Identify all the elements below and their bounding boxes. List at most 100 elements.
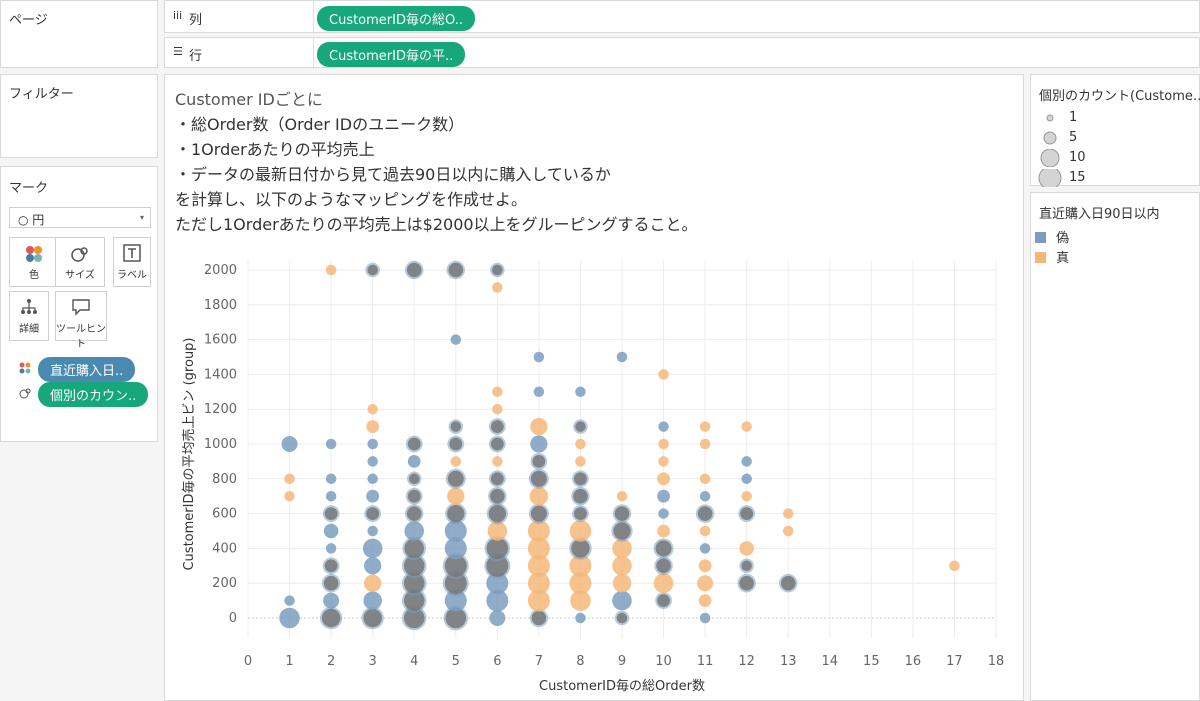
data-point — [366, 420, 380, 433]
data-point — [492, 282, 503, 293]
data-point — [447, 504, 465, 523]
description: Customer IDごとに ・総Order数（Order IDのユニーク数） … — [175, 87, 698, 237]
data-point — [325, 264, 337, 276]
x-tick-label: 7 — [535, 654, 543, 669]
data-point — [488, 504, 506, 523]
size-button[interactable]: サイズ — [55, 237, 105, 287]
x-axis-label: CustomerID毎の総Order数 — [539, 678, 705, 694]
y-tick-label: 600 — [212, 507, 237, 522]
data-point — [447, 487, 465, 505]
data-point — [367, 473, 378, 485]
size-legend-item: 10 — [1037, 149, 1187, 167]
filters-panel[interactable]: フィルター — [0, 74, 158, 158]
size-legend-swatch — [1043, 131, 1057, 145]
data-point — [530, 505, 547, 522]
marks-panel: マーク ○ 円 ▾ 色 サイズ ラベル 詳細 ツールヒント 直近購入日.. 個別… — [0, 166, 158, 442]
data-point — [492, 403, 503, 415]
color-legend-title: 直近購入日90日以内 — [1039, 207, 1160, 222]
data-point — [658, 508, 669, 519]
data-point — [571, 539, 590, 558]
data-point — [533, 351, 545, 363]
mark-type-value: ○ 円 — [18, 213, 45, 227]
data-point — [408, 473, 420, 485]
data-point — [657, 594, 670, 607]
size-icon — [19, 387, 31, 402]
y-tick-label: 1600 — [204, 333, 237, 348]
data-point — [366, 507, 380, 520]
data-point — [656, 558, 671, 574]
data-point — [741, 490, 752, 502]
data-point — [698, 594, 712, 607]
color-legend: 直近購入日90日以内 偽 真 — [1030, 192, 1200, 701]
tooltip-icon — [56, 292, 106, 320]
y-tick-label: 1800 — [204, 298, 237, 313]
data-point — [612, 590, 632, 611]
tooltip-button[interactable]: ツールヒント — [55, 291, 107, 350]
y-tick-label: 800 — [212, 472, 237, 487]
data-point — [658, 438, 669, 450]
y-axis-ticks: 0 200 400 600 800 1000 1200 1400 1600 1800 2000 — [204, 263, 237, 626]
rows-pill[interactable]: CustomerID毎の平.. — [317, 42, 466, 67]
data-point — [616, 490, 628, 502]
data-point — [364, 557, 382, 575]
label-button-label: ラベル — [117, 270, 147, 281]
x-tick-label: 6 — [493, 654, 501, 669]
data-point — [367, 264, 378, 276]
detail-button[interactable]: 詳細 — [9, 291, 49, 341]
data-point — [575, 612, 586, 624]
legend-label: 真 — [1056, 251, 1070, 266]
data-point — [699, 421, 711, 432]
y-tick-label: 0 — [229, 611, 237, 626]
data-point — [407, 455, 421, 468]
y-tick-label: 400 — [212, 541, 237, 556]
label-button[interactable]: ラベル — [113, 237, 151, 287]
rows-label: 行 — [189, 49, 203, 64]
legend-item-false[interactable]: 偽 — [1035, 227, 1069, 246]
y-tick-label: 1000 — [204, 437, 237, 452]
data-point — [367, 456, 378, 467]
size-legend-label: 1 — [1069, 110, 1078, 125]
rows-shelf[interactable]: ☰ 行 CustomerID毎の平.. — [164, 37, 1200, 69]
data-point — [575, 421, 586, 432]
color-button[interactable]: 色 — [9, 237, 59, 287]
data-point — [569, 520, 592, 542]
data-point — [284, 473, 295, 485]
data-point — [612, 573, 632, 593]
mark-type-select[interactable]: ○ 円 ▾ — [9, 207, 151, 228]
data-point — [367, 525, 378, 537]
data-point — [698, 559, 712, 573]
data-point — [404, 538, 424, 559]
size-legend-item: 15 — [1037, 169, 1187, 187]
filters-title: フィルター — [9, 87, 74, 102]
size-legend-label: 5 — [1069, 130, 1078, 145]
data-point — [575, 438, 586, 450]
data-point — [782, 525, 794, 537]
data-point — [367, 403, 378, 415]
shelf-divider — [313, 1, 314, 34]
columns-shelf[interactable]: iii 列 CustomerID毎の総O.. — [164, 0, 1200, 34]
data-point — [699, 612, 711, 624]
x-tick-label: 9 — [618, 654, 626, 669]
data-point — [321, 608, 341, 628]
data-point — [657, 472, 670, 486]
data-point — [741, 473, 752, 485]
data-point — [699, 473, 711, 485]
legend-item-true[interactable]: 真 — [1035, 247, 1069, 266]
size-legend-circle — [1038, 169, 1062, 187]
data-point — [658, 421, 669, 432]
size-pill[interactable]: 個別のカウン.. — [38, 382, 149, 407]
scatter-chart[interactable]: 0 200 400 600 800 1000 1200 1400 1600 1800 2000 0 1… — [165, 241, 1025, 701]
data-point — [492, 264, 503, 276]
data-point — [782, 508, 794, 519]
data-point — [490, 472, 504, 486]
color-pill[interactable]: 直近購入日.. — [38, 357, 136, 382]
detail-icon — [10, 292, 48, 320]
x-tick-label: 11 — [697, 654, 714, 669]
data-point — [616, 612, 628, 624]
data-point — [284, 595, 295, 606]
description-line: ・データの最新日付から見て過去90日以内に購入しているか — [175, 165, 611, 184]
y-tick-label: 2000 — [204, 263, 237, 278]
columns-pill[interactable]: CustomerID毎の総O.. — [317, 6, 475, 31]
size-legend-swatch — [1038, 169, 1062, 187]
color-button-label: 色 — [29, 270, 39, 281]
